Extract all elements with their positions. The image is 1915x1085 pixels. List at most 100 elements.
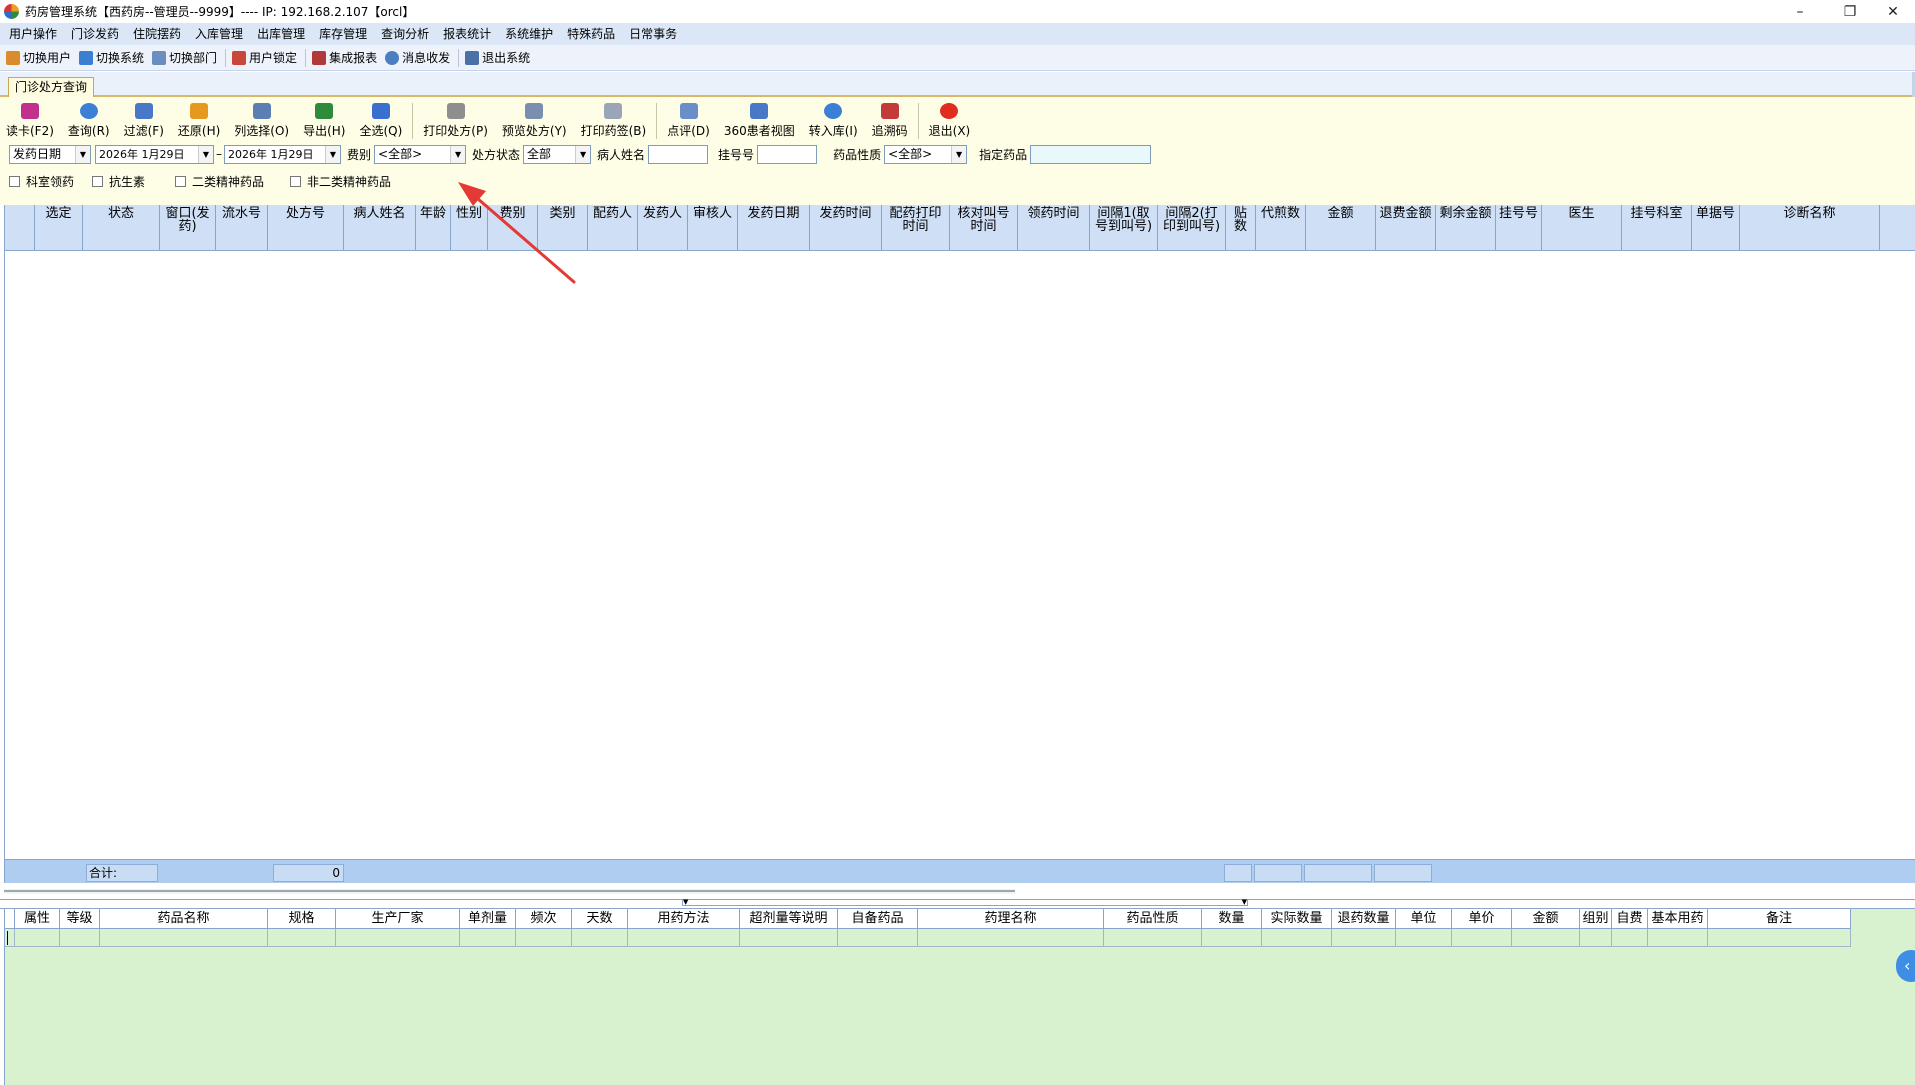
patient-360-view-button[interactable]: 360患者视图 bbox=[724, 103, 795, 139]
checkbox-box[interactable] bbox=[175, 175, 187, 187]
switch-system-button[interactable]: 切换系统 bbox=[79, 49, 144, 66]
table-cell[interactable] bbox=[572, 929, 628, 947]
menu-query-analysis[interactable]: 查询分析 bbox=[374, 23, 436, 45]
col-header[interactable]: 药理名称 bbox=[918, 909, 1104, 929]
exit-system-button[interactable]: 退出系统 bbox=[465, 49, 530, 66]
col-header[interactable]: 领药时间 bbox=[1018, 205, 1090, 251]
menu-daily-affairs[interactable]: 日常事务 bbox=[622, 23, 684, 45]
chevron-down-icon[interactable]: ▼ bbox=[198, 145, 213, 163]
filter-button[interactable]: 过滤(F) bbox=[124, 103, 164, 139]
prescription-grid-body[interactable] bbox=[5, 251, 1915, 852]
table-cell[interactable] bbox=[1262, 929, 1332, 947]
col-header[interactable]: 实际数量 bbox=[1262, 909, 1332, 929]
menu-user-ops[interactable]: 用户操作 bbox=[2, 23, 64, 45]
col-header[interactable]: 组别 bbox=[1580, 909, 1612, 929]
query-button[interactable]: 查询(R) bbox=[68, 103, 110, 139]
class2-psych-checkbox[interactable]: 二类精神药品 bbox=[175, 173, 264, 190]
col-header[interactable]: 单价 bbox=[1452, 909, 1512, 929]
col-header[interactable]: 流水号 bbox=[216, 205, 268, 251]
user-lock-button[interactable]: 用户锁定 bbox=[232, 49, 297, 66]
rx-status-select[interactable]: 全部 ▼ bbox=[523, 144, 592, 164]
menu-reports[interactable]: 报表统计 bbox=[436, 23, 498, 45]
col-header[interactable]: 退药数量 bbox=[1332, 909, 1396, 929]
horizontal-scrollbar[interactable] bbox=[4, 889, 1015, 894]
col-header[interactable]: 间隔2(打印到叫号) bbox=[1158, 205, 1226, 251]
col-header[interactable]: 处方号 bbox=[268, 205, 344, 251]
date-to-picker[interactable]: 2026年 1月29日 ▼ bbox=[224, 144, 341, 164]
col-header[interactable]: 选定 bbox=[35, 205, 83, 251]
chevron-down-icon[interactable]: ▼ bbox=[683, 899, 688, 906]
col-header[interactable]: 医生 bbox=[1542, 205, 1622, 251]
col-header[interactable]: 单位 bbox=[1396, 909, 1452, 929]
review-button[interactable]: 点评(D) bbox=[667, 103, 710, 139]
col-header[interactable]: 金额 bbox=[1306, 205, 1376, 251]
col-header[interactable]: 病人姓名 bbox=[344, 205, 416, 251]
date-from-picker[interactable]: 2026年 1月29日 ▼ bbox=[95, 144, 214, 164]
col-header[interactable]: 类别 bbox=[538, 205, 588, 251]
col-header[interactable]: 规格 bbox=[268, 909, 336, 929]
col-header[interactable]: 状态 bbox=[83, 205, 160, 251]
col-header[interactable]: 核对叫号时间 bbox=[950, 205, 1018, 251]
col-header[interactable]: 贴数 bbox=[1226, 205, 1256, 251]
col-header[interactable]: 用药方法 bbox=[628, 909, 740, 929]
col-header[interactable]: 数量 bbox=[1202, 909, 1262, 929]
tab-outpatient-rx-query[interactable]: 门诊处方查询 bbox=[8, 77, 95, 97]
read-card-button[interactable]: 读卡(F2) bbox=[6, 103, 54, 139]
chevron-down-icon[interactable]: ▼ bbox=[951, 145, 967, 163]
table-cell[interactable] bbox=[628, 929, 740, 947]
col-header[interactable]: 单剂量 bbox=[460, 909, 516, 929]
exit-module-button[interactable]: 退出(X) bbox=[929, 103, 970, 139]
specified-drug-input[interactable] bbox=[1030, 144, 1152, 164]
export-button[interactable]: 导出(H) bbox=[303, 103, 345, 139]
col-header[interactable]: 剩余金额 bbox=[1436, 205, 1496, 251]
col-header[interactable]: 窗口(发药) bbox=[160, 205, 216, 251]
menu-inpatient-dispense[interactable]: 住院摆药 bbox=[126, 23, 188, 45]
pane-splitter[interactable]: ▼ ▼ bbox=[0, 899, 1915, 909]
col-header[interactable]: 性别 bbox=[451, 205, 488, 251]
table-cell[interactable] bbox=[1104, 929, 1202, 947]
non-class2-psych-checkbox[interactable]: 非二类精神药品 bbox=[290, 173, 391, 190]
col-header[interactable]: 年龄 bbox=[416, 205, 451, 251]
fee-type-select[interactable]: <全部> ▼ bbox=[374, 144, 467, 164]
col-header[interactable]: 金额 bbox=[1512, 909, 1580, 929]
trace-code-button[interactable]: 追溯码 bbox=[872, 103, 908, 139]
antibiotic-checkbox[interactable]: 抗生素 bbox=[92, 173, 145, 190]
table-cell[interactable] bbox=[838, 929, 918, 947]
table-cell[interactable] bbox=[268, 929, 336, 947]
menu-stock-in[interactable]: 入库管理 bbox=[188, 23, 250, 45]
table-cell[interactable] bbox=[1708, 929, 1851, 947]
col-header[interactable]: 挂号号 bbox=[1496, 205, 1542, 251]
print-rx-button[interactable]: 打印处方(P) bbox=[423, 103, 488, 139]
select-all-button[interactable]: 全选(Q) bbox=[359, 103, 402, 139]
menu-inventory[interactable]: 库存管理 bbox=[312, 23, 374, 45]
drug-nature-select[interactable]: <全部> ▼ bbox=[884, 144, 968, 164]
table-cell[interactable] bbox=[100, 929, 268, 947]
chevron-down-icon[interactable]: ▼ bbox=[575, 145, 591, 163]
transfer-stock-button[interactable]: 转入库(I) bbox=[809, 103, 858, 139]
switch-user-button[interactable]: 切换用户 bbox=[6, 49, 71, 66]
table-cell[interactable] bbox=[1580, 929, 1612, 947]
col-header[interactable]: 自备药品 bbox=[838, 909, 918, 929]
col-header[interactable]: 发药人 bbox=[638, 205, 688, 251]
col-header[interactable]: 发药时间 bbox=[810, 205, 882, 251]
col-header[interactable]: 费别 bbox=[488, 205, 538, 251]
table-cell[interactable] bbox=[1202, 929, 1262, 947]
col-header[interactable]: 生产厂家 bbox=[336, 909, 460, 929]
table-cell[interactable] bbox=[740, 929, 838, 947]
col-header[interactable]: 代煎数 bbox=[1256, 205, 1306, 251]
col-header[interactable]: 属性 bbox=[15, 909, 60, 929]
print-label-button[interactable]: 打印药签(B) bbox=[581, 103, 646, 139]
reg-no-input[interactable] bbox=[757, 144, 818, 164]
minimize-button[interactable]: – bbox=[1777, 0, 1823, 23]
table-cell[interactable] bbox=[1396, 929, 1452, 947]
col-header[interactable]: 单据号 bbox=[1692, 205, 1740, 251]
col-header[interactable]: 配药人 bbox=[588, 205, 638, 251]
col-header[interactable]: 频次 bbox=[516, 909, 572, 929]
col-header[interactable]: 自费 bbox=[1612, 909, 1648, 929]
col-header[interactable]: 间隔1(取号到叫号) bbox=[1090, 205, 1158, 251]
table-cell[interactable] bbox=[1512, 929, 1580, 947]
col-header[interactable]: 等级 bbox=[60, 909, 100, 929]
close-button[interactable]: ✕ bbox=[1870, 0, 1915, 23]
col-header[interactable]: 退费金额 bbox=[1376, 205, 1436, 251]
table-row[interactable] bbox=[5, 929, 1851, 947]
